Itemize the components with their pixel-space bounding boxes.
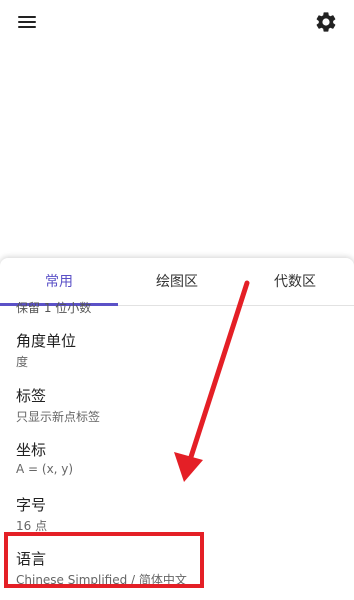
setting-value: 16 点 (16, 519, 48, 533)
menu-line (18, 26, 36, 28)
setting-angle-unit[interactable]: 角度单位 度 (0, 328, 354, 382)
settings-sheet: 常用 绘图区 代数区 保留 1 位小数 角度单位 度 标签 只显示新点标签 坐标… (0, 258, 354, 600)
rounding-subtitle: 保留 1 位小数 (16, 301, 92, 315)
setting-title: 标签 (16, 387, 47, 405)
setting-value: A = (x, y) (16, 462, 74, 476)
setting-value: 只显示新点标签 (16, 410, 101, 424)
tab-algebra-view[interactable]: 代数区 (236, 258, 354, 306)
setting-value: Chinese Simplified / 简体中文 (16, 573, 187, 587)
menu-line (18, 21, 36, 23)
setting-title: 语言 (16, 550, 47, 568)
app-bar (0, 0, 354, 46)
setting-value: 度 (16, 355, 29, 369)
setting-font-size[interactable]: 字号 16 点 (0, 492, 354, 546)
tab-graphics-view[interactable]: 绘图区 (118, 258, 236, 306)
hamburger-menu-icon[interactable] (16, 11, 38, 33)
setting-title: 字号 (16, 496, 47, 514)
setting-language[interactable]: 语言 Chinese Simplified / 简体中文 (0, 546, 354, 600)
gear-icon[interactable] (314, 10, 338, 34)
setting-title: 角度单位 (16, 332, 77, 350)
setting-coordinates[interactable]: 坐标 A = (x, y) (0, 437, 354, 491)
setting-title: 坐标 (16, 441, 47, 459)
setting-labeling[interactable]: 标签 只显示新点标签 (0, 383, 354, 437)
menu-line (18, 16, 36, 18)
